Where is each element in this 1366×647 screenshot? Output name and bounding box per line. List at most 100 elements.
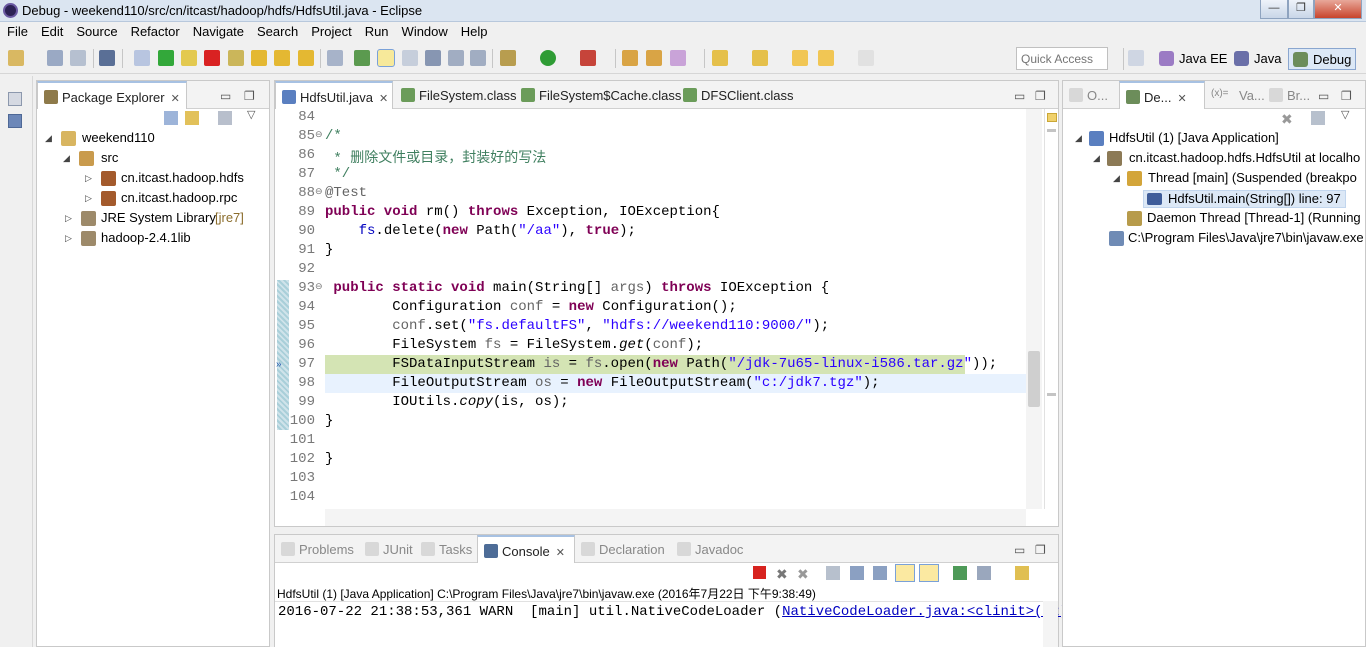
- suspend-icon[interactable]: [181, 50, 197, 66]
- disconnect-icon[interactable]: [228, 50, 244, 66]
- toggle-mark-occurrences-icon[interactable]: [377, 49, 395, 67]
- minimize-icon[interactable]: ▭: [1014, 543, 1025, 557]
- filters-icon[interactable]: [218, 111, 232, 125]
- stack-trace-link[interactable]: NativeCodeLoader.java:<clinit>(62): [782, 604, 1068, 620]
- remove-launch-icon[interactable]: ✖: [776, 566, 790, 582]
- tab-debug[interactable]: De... ✕: [1119, 81, 1205, 109]
- tab-console[interactable]: Console ✕: [477, 535, 575, 563]
- quick-access-input[interactable]: [1016, 47, 1108, 70]
- link-with-editor-icon[interactable]: [185, 111, 199, 125]
- pin-console-icon[interactable]: [953, 566, 967, 580]
- close-icon[interactable]: ✕: [556, 547, 565, 559]
- paragraph-icon[interactable]: [470, 50, 486, 66]
- collapse-all-icon[interactable]: [164, 111, 178, 125]
- minimize-icon[interactable]: ▭: [1014, 89, 1025, 103]
- tab-variables[interactable]: (x)= Va...: [1205, 81, 1271, 109]
- previous-annotation-icon[interactable]: [752, 50, 768, 66]
- tab-breakpoints[interactable]: Br...: [1263, 81, 1316, 109]
- fold-icon[interactable]: ⊖: [315, 281, 323, 292]
- scroll-lock-icon[interactable]: [850, 566, 864, 580]
- last-edit-location-icon[interactable]: [792, 50, 808, 66]
- menu-navigate[interactable]: Navigate: [186, 22, 250, 39]
- step-over-icon[interactable]: [274, 50, 290, 66]
- tab-tasks[interactable]: Tasks: [415, 535, 478, 563]
- minimize-icon[interactable]: ▭: [1318, 89, 1329, 103]
- terminate-icon[interactable]: [753, 566, 766, 579]
- tab-problems[interactable]: Problems: [275, 535, 360, 563]
- terminate-icon[interactable]: [204, 50, 220, 66]
- menu-project[interactable]: Project: [304, 22, 357, 39]
- tab-package-explorer[interactable]: Package Explorer ✕: [37, 81, 187, 109]
- run-icon[interactable]: [540, 50, 556, 66]
- resume-icon[interactable]: [158, 50, 174, 66]
- new-java-project-icon[interactable]: [622, 50, 638, 66]
- word-wrap-icon[interactable]: [873, 566, 887, 580]
- close-icon[interactable]: ✕: [379, 93, 388, 105]
- maximize-icon[interactable]: ❐: [1035, 543, 1046, 557]
- open-type-icon[interactable]: [646, 50, 662, 66]
- word-wrap-icon[interactable]: [448, 50, 464, 66]
- display-console-icon[interactable]: [977, 566, 991, 580]
- debug-stack-frame[interactable]: HdfsUtil.main(String[]) line: 97: [1143, 190, 1346, 208]
- external-tools-icon[interactable]: [580, 50, 596, 66]
- menu-run[interactable]: Run: [358, 22, 395, 39]
- minimize-button[interactable]: —: [1260, 0, 1288, 19]
- tab-filesystem-class[interactable]: FileSystem.class: [395, 81, 523, 109]
- close-button[interactable]: ✕: [1314, 0, 1362, 19]
- maximize-icon[interactable]: ❐: [1341, 89, 1352, 103]
- remove-all-icon[interactable]: ✖: [797, 566, 811, 582]
- menu-help[interactable]: Help: [454, 22, 494, 39]
- tab-outline[interactable]: O...: [1063, 81, 1114, 109]
- drop-to-frame-icon[interactable]: [327, 50, 343, 66]
- vertical-scrollbar[interactable]: [1026, 109, 1042, 509]
- terminal-icon[interactable]: [99, 50, 115, 66]
- fold-icon[interactable]: ⊖: [315, 186, 323, 197]
- fold-icon[interactable]: ⊖: [315, 129, 323, 140]
- close-icon[interactable]: ✕: [171, 93, 180, 105]
- tab-junit[interactable]: JUnit: [359, 535, 419, 563]
- open-console-icon[interactable]: [1015, 566, 1029, 580]
- perspective-debug[interactable]: Debug: [1288, 48, 1357, 70]
- save-icon[interactable]: [47, 50, 63, 66]
- console-output[interactable]: 2016-07-22 21:38:53,361 WARN [main] util…: [275, 601, 1076, 647]
- new-icon[interactable]: [8, 50, 24, 66]
- close-icon[interactable]: ✕: [1177, 93, 1186, 105]
- debug-toolbar-icon[interactable]: [1311, 111, 1325, 125]
- menu-search[interactable]: Search: [250, 22, 304, 39]
- tab-declaration[interactable]: Declaration: [575, 535, 671, 563]
- show-stdout-icon[interactable]: [895, 564, 915, 582]
- tab-filesystem-cache-class[interactable]: FileSystem$Cache.class: [515, 81, 687, 109]
- tab-dfsclient-class[interactable]: DFSClient.class: [677, 81, 799, 109]
- skip-breakpoints-icon[interactable]: [134, 50, 150, 66]
- maximize-button[interactable]: ❐: [1288, 0, 1314, 19]
- tab-hdfsutil-java[interactable]: HdfsUtil.java ✕: [275, 81, 393, 109]
- horizontal-scrollbar[interactable]: [325, 509, 1026, 526]
- menu-window[interactable]: Window: [395, 22, 454, 39]
- forward-icon[interactable]: [858, 50, 874, 66]
- debug-icon[interactable]: [500, 50, 516, 66]
- restore-icon[interactable]: [8, 92, 22, 106]
- step-into-icon[interactable]: [251, 50, 267, 66]
- show-stderr-icon[interactable]: [919, 564, 939, 582]
- use-step-filters-icon[interactable]: [354, 50, 370, 66]
- scrollbar-thumb[interactable]: [1028, 351, 1040, 407]
- clear-console-icon[interactable]: [826, 566, 840, 580]
- perspective-java-ee[interactable]: Java EE: [1155, 48, 1231, 70]
- remove-all-terminated-icon[interactable]: ✖: [1281, 111, 1295, 127]
- view-menu-icon[interactable]: ▽: [1341, 108, 1349, 121]
- next-annotation-icon[interactable]: [712, 50, 728, 66]
- console-scrollbar[interactable]: [1043, 601, 1058, 647]
- maximize-icon[interactable]: ❐: [1035, 89, 1046, 103]
- step-return-icon[interactable]: [298, 50, 314, 66]
- search-icon[interactable]: [670, 50, 686, 66]
- perspective-java[interactable]: Java: [1230, 48, 1285, 70]
- maximize-icon[interactable]: ❐: [244, 89, 255, 103]
- tab-javadoc[interactable]: Javadoc: [671, 535, 749, 563]
- back-icon[interactable]: [818, 50, 834, 66]
- breakpoints-icon[interactable]: [8, 114, 22, 128]
- save-all-icon[interactable]: [70, 50, 86, 66]
- menu-source[interactable]: Source: [69, 22, 123, 39]
- minimize-icon[interactable]: ▭: [220, 89, 231, 103]
- view-menu-icon[interactable]: ▽: [247, 108, 255, 121]
- menu-refactor[interactable]: Refactor: [124, 22, 186, 39]
